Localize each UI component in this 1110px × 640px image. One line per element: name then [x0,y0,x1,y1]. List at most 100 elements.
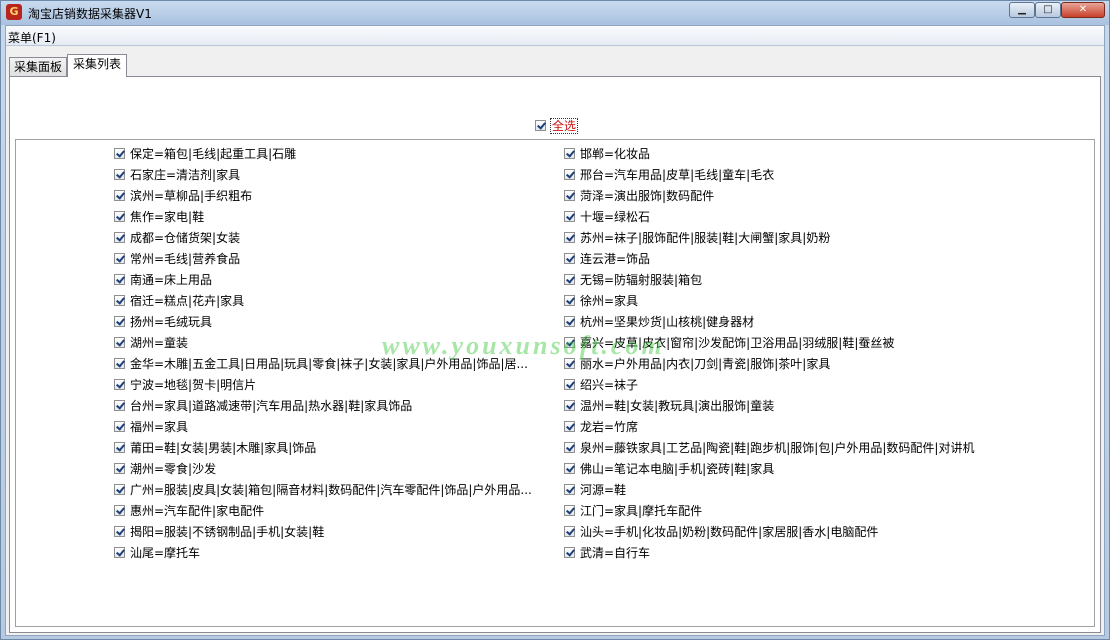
checkbox-checked-icon[interactable] [114,421,125,432]
list-item[interactable]: 南通=床上用品 [114,270,544,291]
list-item[interactable]: 佛山=笔记本电脑|手机|瓷砖|鞋|家具 [564,459,994,480]
checkbox-checked-icon[interactable] [114,232,125,243]
checkbox-checked-icon[interactable] [114,337,125,348]
checkbox-checked-icon[interactable] [564,484,575,495]
checkbox-checked-icon[interactable] [564,400,575,411]
list-item[interactable]: 邢台=汽车用品|皮草|毛线|童车|毛衣 [564,165,994,186]
checkbox-checked-icon[interactable] [114,211,125,222]
checkbox-checked-icon[interactable] [564,547,575,558]
list-item[interactable]: 泉州=藤铁家具|工艺品|陶瓷|鞋|跑步机|服饰|包|户外用品|数码配件|对讲机 [564,438,994,459]
list-item[interactable]: 徐州=家具 [564,291,994,312]
checkbox-checked-icon[interactable] [564,505,575,516]
checkbox-checked-icon[interactable] [564,295,575,306]
checkbox-checked-icon[interactable] [564,232,575,243]
checkbox-checked-icon[interactable] [564,526,575,537]
list-item[interactable]: 绍兴=袜子 [564,375,994,396]
checkbox-checked-icon[interactable] [114,295,125,306]
checkbox-checked-icon[interactable] [114,169,125,180]
list-item[interactable]: 丽水=户外用品|内衣|刀剑|青瓷|服饰|茶叶|家具 [564,354,994,375]
list-item[interactable]: 扬州=毛绒玩具 [114,312,544,333]
checkbox-checked-icon[interactable] [114,442,125,453]
list-item[interactable]: 江门=家具|摩托车配件 [564,501,994,522]
menu-bar: 菜单(F1) [6,26,1104,46]
list-item[interactable]: 武清=自行车 [564,543,994,564]
list-item[interactable]: 宿迁=糕点|花卉|家具 [114,291,544,312]
checkbox-checked-icon[interactable] [114,253,125,264]
close-button[interactable]: ✕ [1061,2,1105,18]
list-item-label: 泉州=藤铁家具|工艺品|陶瓷|鞋|跑步机|服饰|包|户外用品|数码配件|对讲机 [580,441,975,455]
select-all-checkbox[interactable]: 全选 [535,117,579,134]
checkbox-checked-icon[interactable] [564,253,575,264]
menu-item-main[interactable]: 菜单(F1) [8,29,56,46]
list-item[interactable]: 成都=仓储货架|女装 [114,228,544,249]
checkbox-checked-icon[interactable] [114,505,125,516]
checkbox-checked-icon[interactable] [114,484,125,495]
select-all-label[interactable]: 全选 [550,118,579,134]
checkbox-checked-icon[interactable] [564,337,575,348]
list-item[interactable]: 福州=家具 [114,417,544,438]
list-item[interactable]: 滨州=草柳品|手织粗布 [114,186,544,207]
checkbox-checked-icon[interactable] [564,358,575,369]
checkbox-checked-icon[interactable] [114,526,125,537]
list-item-label: 宿迁=糕点|花卉|家具 [130,294,245,308]
title-bar[interactable]: G 淘宝店销数据采集器V1 ▁ □ ✕ [1,1,1109,25]
list-item[interactable]: 十堰=绿松石 [564,207,994,228]
list-item[interactable]: 连云港=饰品 [564,249,994,270]
list-item[interactable]: 菏泽=演出服饰|数码配件 [564,186,994,207]
list-item[interactable]: 邯郸=化妆品 [564,144,994,165]
checkbox-checked-icon[interactable] [114,316,125,327]
checkbox-checked-icon[interactable] [564,169,575,180]
checkbox-checked-icon[interactable] [564,421,575,432]
list-item[interactable]: 金华=木雕|五金工具|日用品|玩具|零食|袜子|女装|家具|户外用品|饰品|居.… [114,354,544,375]
list-item[interactable]: 湖州=童装 [114,333,544,354]
list-item[interactable]: 宁波=地毯|贺卡|明信片 [114,375,544,396]
list-item[interactable]: 温州=鞋|女装|教玩具|演出服饰|童装 [564,396,994,417]
checkbox-checked-icon[interactable] [564,274,575,285]
list-item[interactable]: 石家庄=清洁剂|家具 [114,165,544,186]
checkbox-checked-icon[interactable] [114,274,125,285]
checkbox-checked-icon[interactable] [564,316,575,327]
list-item[interactable]: 汕尾=摩托车 [114,543,544,564]
list-item[interactable]: 龙岩=竹席 [564,417,994,438]
list-item-label: 河源=鞋 [580,483,627,497]
tab-collect-panel[interactable]: 采集面板 [9,57,67,77]
list-item[interactable]: 无锡=防辐射服装|箱包 [564,270,994,291]
list-item-label: 湖州=童装 [130,336,189,350]
checkbox-checked-icon[interactable] [114,358,125,369]
list-item[interactable]: 莆田=鞋|女装|男装|木雕|家具|饰品 [114,438,544,459]
checkbox-checked-icon[interactable] [114,379,125,390]
list-item[interactable]: 杭州=坚果炒货|山核桃|健身器材 [564,312,994,333]
list-item-label: 潮州=零食|沙发 [130,462,217,476]
list-item[interactable]: 潮州=零食|沙发 [114,459,544,480]
list-item[interactable]: 常州=毛线|营养食品 [114,249,544,270]
list-item[interactable]: 焦作=家电|鞋 [114,207,544,228]
minimize-button[interactable]: ▁ [1009,2,1035,18]
list-item-label: 龙岩=竹席 [580,420,639,434]
checkbox-checked-icon[interactable] [564,379,575,390]
list-item[interactable]: 保定=箱包|毛线|起重工具|石雕 [114,144,544,165]
list-item[interactable]: 惠州=汽车配件|家电配件 [114,501,544,522]
list-item-label: 福州=家具 [130,420,189,434]
tab-collect-list[interactable]: 采集列表 [67,54,127,77]
checkbox-checked-icon[interactable] [564,442,575,453]
list-item-label: 石家庄=清洁剂|家具 [130,168,241,182]
list-item[interactable]: 揭阳=服装|不锈钢制品|手机|女装|鞋 [114,522,544,543]
maximize-button[interactable]: □ [1035,2,1061,18]
checkbox-checked-icon[interactable] [564,463,575,474]
checkbox-checked-icon[interactable] [564,148,575,159]
list-item[interactable]: 汕头=手机|化妆品|奶粉|数码配件|家居服|香水|电脑配件 [564,522,994,543]
checkbox-checked-icon[interactable] [564,190,575,201]
checkbox-checked-icon[interactable] [564,211,575,222]
list-item[interactable]: 台州=家具|道路减速带|汽车用品|热水器|鞋|家具饰品 [114,396,544,417]
list-item[interactable]: 河源=鞋 [564,480,994,501]
client-area: 菜单(F1) 采集面板 采集列表 全选 保定=箱包|毛线|起重工具|石雕石家庄=… [5,25,1105,636]
list-item[interactable]: 嘉兴=皮草|皮衣|窗帘|沙发配饰|卫浴用品|羽绒服|鞋|蚕丝被 [564,333,994,354]
list-item[interactable]: 苏州=袜子|服饰配件|服装|鞋|大闸蟹|家具|奶粉 [564,228,994,249]
checkbox-checked-icon[interactable] [114,547,125,558]
checkbox-checked-icon[interactable] [114,463,125,474]
checkbox-checked-icon[interactable] [114,190,125,201]
checkbox-checked-icon[interactable] [535,120,546,131]
checkbox-checked-icon[interactable] [114,148,125,159]
checkbox-checked-icon[interactable] [114,400,125,411]
list-item[interactable]: 广州=服装|皮具|女装|箱包|隔音材料|数码配件|汽车零配件|饰品|户外用品..… [114,480,544,501]
